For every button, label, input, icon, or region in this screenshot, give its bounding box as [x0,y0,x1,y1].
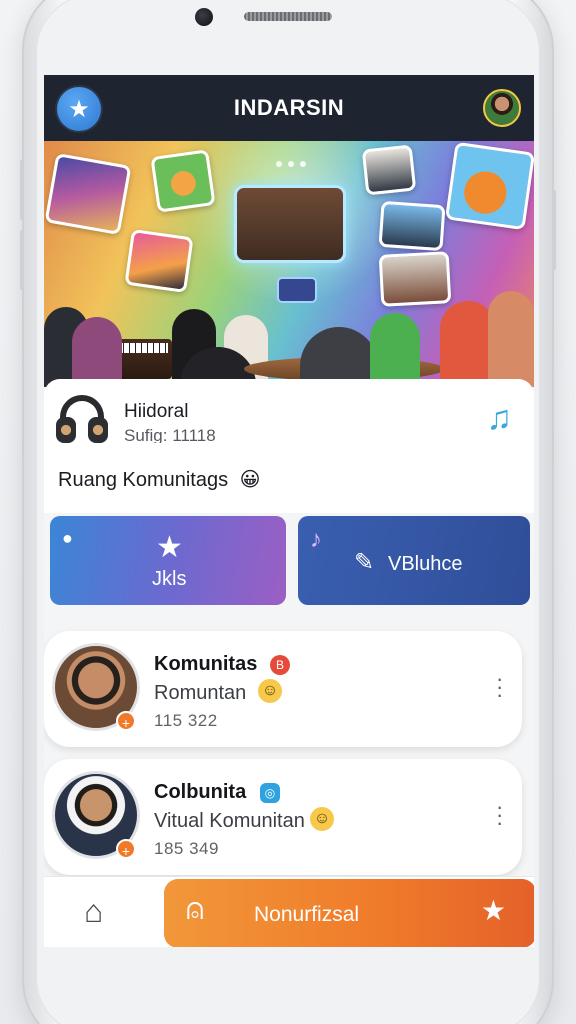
jkls-label: Jkls [152,568,187,590]
hero-photo-tile [378,200,446,252]
home-icon[interactable]: ⌂ [84,895,103,927]
headphones-icon [54,395,110,445]
smile-emoji-icon: ☺ [258,679,282,703]
top-bar: ★ INDARSIN [44,75,534,141]
mascot-tile [150,149,216,213]
hero-photo-tile [44,152,132,236]
bell-icon: ⍝ [186,893,204,926]
earpiece-speaker [244,12,332,21]
app-screen: ★ INDARSIN Hiidoral Sufig: 11118 ♫ Ruang… [44,75,534,947]
music-note-icon: ♪ [310,526,322,553]
vbluhce-label: VBluhce [388,553,463,575]
app-title: INDARSIN [233,95,345,120]
member-count: 185 349 [154,839,219,858]
power-button [552,190,556,270]
add-badge-icon[interactable]: + [116,839,136,859]
front-camera [195,8,213,26]
community-card[interactable]: + Komunitas B Romuntan ☺ 115 322 · · · [44,631,522,747]
now-playing-card[interactable]: Hiidoral Sufig: 11118 ♫ [44,379,534,445]
bottom-nav: ⌂ ⍝ Nonurfizsal ★ [44,876,534,947]
volume-button-2 [20,230,24,290]
video-tile [234,185,346,263]
mascot-tile [444,141,534,231]
add-badge-icon[interactable]: + [116,711,136,731]
star-icon[interactable]: ★ [57,87,101,131]
cta-label: Nonurfizsal [254,903,360,926]
community-card[interactable]: + Colbunita ◎ Vitual Komunitan ☺ 185 349… [44,759,522,875]
tag-icon: ✎ [354,549,375,576]
section-label: Ruang Komunitags [58,469,229,491]
community-name: Komunitas [154,653,258,675]
community-desc: Romuntan [154,682,247,704]
hero-dots [276,161,306,167]
now-playing-title: Hiidoral [124,401,189,422]
community-desc: Vitual Komunitan [154,810,305,832]
star-icon: ★ [480,895,506,926]
hero-banner[interactable] [44,141,534,387]
more-options-icon[interactable]: · · · [496,668,503,706]
community-name: Colbunita [154,781,247,803]
verified-badge-icon: ◎ [260,783,280,803]
avatar[interactable] [483,89,521,127]
vbluhce-button[interactable]: ♪ ✎ VBluhce [298,516,530,605]
jkls-button[interactable]: ● ★ Jkls [50,516,286,605]
verified-badge-icon: B [270,655,290,675]
hero-photo-tile [361,144,417,196]
music-note-icon[interactable]: ♫ [487,401,513,435]
smile-emoji-icon: ☺ [310,807,334,831]
community-scene [44,267,534,387]
volume-button [20,160,24,220]
person-icon: ● [62,528,73,548]
member-count: 115 322 [154,711,218,730]
section-header: Ruang Komunitags 😀 [44,443,534,513]
smile-emoji-icon: 😀 [239,469,261,491]
more-options-icon[interactable]: · · · [496,796,503,834]
notification-cta-button[interactable]: ⍝ Nonurfizsal ★ [164,879,534,947]
star-icon: ★ [156,531,183,564]
